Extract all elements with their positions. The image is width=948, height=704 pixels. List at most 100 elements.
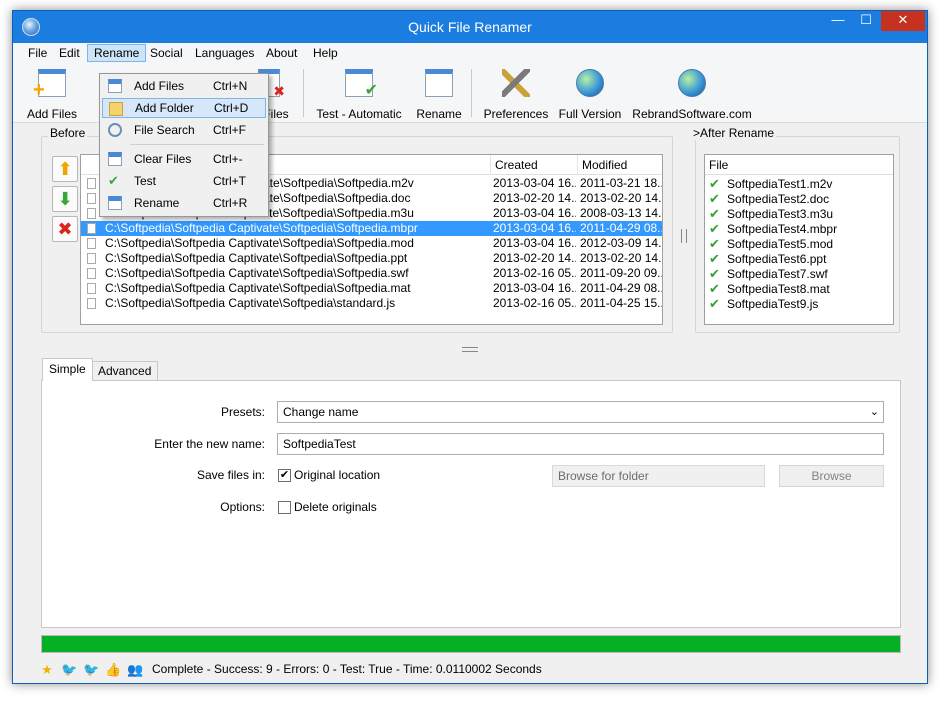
modified-cell: 2011-04-29 08...: [580, 221, 663, 235]
preferences-button[interactable]: Preferences: [479, 67, 553, 121]
modified-cell: 2011-04-29 08...: [580, 281, 663, 295]
like-icon[interactable]: 👍: [105, 662, 121, 678]
original-location-checkbox[interactable]: ✔: [278, 469, 291, 482]
add-files-label: Add Files: [26, 107, 78, 121]
save-files-label: Save files in:: [196, 468, 265, 482]
dd-add-folder[interactable]: Add Folder Ctrl+D: [102, 98, 266, 118]
menu-rename[interactable]: Rename: [87, 44, 147, 62]
browse-button[interactable]: Browse: [779, 465, 884, 487]
renamed-file-label: SoftpediaTest3.m3u: [727, 207, 834, 221]
table-row[interactable]: C:\Softpedia\Softpedia Captivate\Softped…: [81, 281, 662, 296]
menu-help[interactable]: Help: [307, 44, 344, 62]
original-location-label: Original location: [294, 468, 381, 482]
file-icon: [87, 178, 96, 189]
list-item[interactable]: ✔ SoftpediaTest8.mat: [709, 281, 830, 296]
path-cell: vate\Softpedia\Softpedia.m2v: [257, 176, 414, 190]
delete-originals-checkbox[interactable]: [278, 501, 291, 514]
list-item[interactable]: ✔ SoftpediaTest5.mod: [709, 236, 833, 251]
list-item[interactable]: ✔ SoftpediaTest4.mbpr: [709, 221, 837, 236]
close-button[interactable]: ✕: [881, 11, 925, 31]
table-row[interactable]: C:\Softpedia\Softpedia Captivate\Softped…: [81, 220, 663, 237]
modified-column-header[interactable]: Modified: [578, 155, 662, 175]
list-item[interactable]: ✔ SoftpediaTest9.js: [709, 296, 818, 311]
minimize-button[interactable]: —: [825, 11, 851, 31]
users-icon[interactable]: 👥: [127, 662, 143, 678]
dd-label: Clear Files: [134, 152, 192, 166]
renamed-file-label: SoftpediaTest4.mbpr: [727, 222, 838, 236]
renamed-file-label: SoftpediaTest9.js: [727, 297, 819, 311]
new-name-label: Enter the new name:: [154, 437, 265, 451]
rebrand-label: RebrandSoftware.com: [632, 107, 752, 121]
list-item[interactable]: ✔ SoftpediaTest2.doc: [709, 191, 829, 206]
list-item[interactable]: ✔ SoftpediaTest1.m2v: [709, 176, 832, 191]
menu-social[interactable]: Social: [144, 44, 189, 62]
created-column-header[interactable]: Created: [491, 155, 578, 175]
created-cell: 2013-03-04 16...: [493, 236, 576, 250]
presets-select[interactable]: Change name ⌄: [277, 401, 884, 423]
created-cell: 2013-03-04 16...: [493, 206, 576, 220]
move-down-button[interactable]: ⬇: [52, 186, 78, 212]
dd-label: Add Folder: [135, 101, 194, 115]
list-item[interactable]: ✔ SoftpediaTest6.ppt: [709, 251, 826, 266]
app-window: Quick File Renamer — ☐ ✕ File Edit Renam…: [12, 10, 928, 684]
menu-edit[interactable]: Edit: [53, 44, 86, 62]
list-item[interactable]: ✔ SoftpediaTest7.swf: [709, 266, 828, 281]
title-bar[interactable]: Quick File Renamer — ☐ ✕: [13, 11, 927, 43]
check-icon: ✔: [709, 176, 720, 191]
menu-file[interactable]: File: [22, 44, 53, 62]
vertical-splitter[interactable]: [681, 229, 687, 243]
table-row[interactable]: C:\Softpedia\Softpedia Captivate\Softped…: [81, 236, 662, 251]
after-file-list[interactable]: File ✔ SoftpediaTest1.m2v ✔ SoftpediaTest2.…: [704, 154, 894, 325]
table-row[interactable]: C:\Softpedia\Softpedia Captivate\Softped…: [81, 266, 662, 281]
menu-separator: [130, 144, 264, 145]
status-text: Complete - Success: 9 - Errors: 0 - Test…: [152, 662, 542, 676]
simple-tab-panel: Presets: Change name ⌄ Enter the new nam…: [41, 380, 901, 628]
menu-about[interactable]: About: [260, 44, 303, 62]
presets-label: Presets:: [220, 405, 265, 419]
tab-advanced[interactable]: Advanced: [91, 361, 159, 380]
star-icon[interactable]: ★: [39, 662, 55, 678]
menu-bar: File Edit Rename Social Languages About …: [13, 43, 927, 63]
list-item[interactable]: ✔ SoftpediaTest3.m3u: [709, 206, 833, 221]
dd-add-files[interactable]: Add Files Ctrl+N: [102, 76, 266, 96]
toolbar-separator: [303, 69, 304, 117]
modified-cell: 2013-02-20 14...: [580, 191, 663, 205]
add-files-button[interactable]: Add Files: [21, 67, 83, 121]
dd-file-search[interactable]: File Search Ctrl+F: [102, 120, 266, 140]
table-row[interactable]: C:\Softpedia\Softpedia Captivate\Softped…: [81, 296, 662, 311]
file-icon: [87, 283, 96, 294]
path-cell: C:\Softpedia\Softpedia Captivate\Softped…: [105, 296, 396, 310]
remove-button[interactable]: ✖: [52, 216, 78, 242]
check-icon: ✔: [709, 296, 720, 311]
browse-folder-field[interactable]: Browse for folder: [552, 465, 765, 487]
rename-button[interactable]: Rename: [413, 67, 465, 121]
tab-simple[interactable]: Simple: [42, 358, 93, 381]
dd-rename[interactable]: Rename Ctrl+R: [102, 193, 266, 213]
move-up-button[interactable]: ⬆: [52, 156, 78, 182]
created-cell: 2013-02-20 14...: [493, 251, 576, 265]
path-cell: C:\Softpedia\Softpedia Captivate\Softped…: [105, 281, 411, 295]
dd-clear-files[interactable]: Clear Files Ctrl+-: [102, 149, 266, 169]
created-cell: 2013-02-16 05...: [493, 296, 576, 310]
twitter-icon[interactable]: 🐦: [83, 662, 99, 678]
window-title: Quick File Renamer: [408, 19, 532, 35]
dd-shortcut: Ctrl+F: [213, 123, 246, 137]
toolbar-separator: [471, 69, 472, 117]
test-automatic-button[interactable]: Test - Automatic: [311, 67, 407, 121]
before-label: Before: [48, 126, 88, 140]
dd-test[interactable]: ✔ Test Ctrl+T: [102, 171, 266, 191]
renamed-file-label: SoftpediaTest8.mat: [727, 282, 830, 296]
rebrand-button[interactable]: RebrandSoftware.com: [631, 67, 753, 121]
full-version-button[interactable]: Full Version: [557, 67, 623, 121]
renamed-file-label: SoftpediaTest6.ppt: [727, 252, 827, 266]
maximize-button[interactable]: ☐: [853, 11, 879, 31]
table-row[interactable]: C:\Softpedia\Softpedia Captivate\Softped…: [81, 251, 662, 266]
horizontal-splitter[interactable]: [462, 347, 478, 352]
rename-dropdown-menu: Add Files Ctrl+N Add Folder Ctrl+D File …: [99, 73, 269, 217]
path-cell: C:\Softpedia\Softpedia Captivate\Softped…: [105, 221, 418, 235]
new-name-input[interactable]: SoftpediaTest: [277, 433, 884, 455]
rename-icon: [108, 196, 122, 210]
menu-languages[interactable]: Languages: [189, 44, 260, 62]
twitter-icon[interactable]: 🐦: [61, 662, 77, 678]
file-column-header[interactable]: File: [705, 155, 893, 175]
